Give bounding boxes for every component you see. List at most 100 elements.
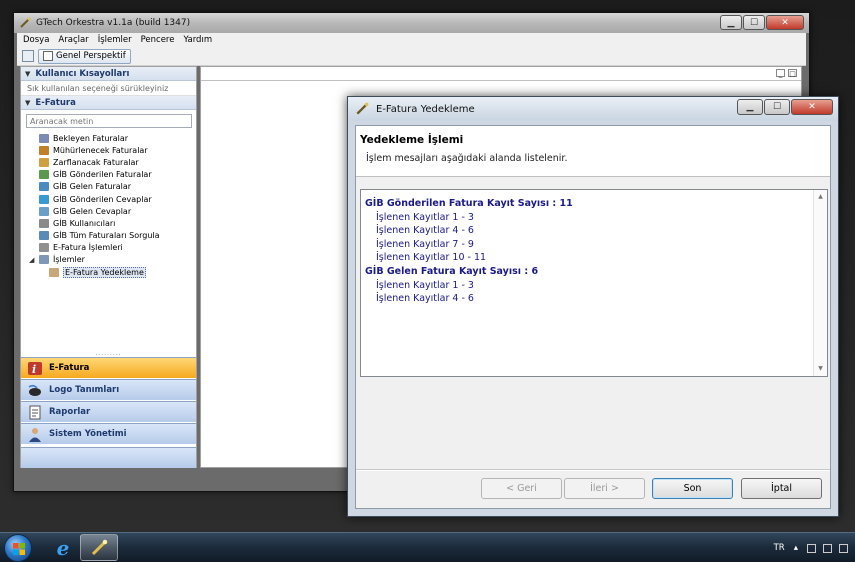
finish-button[interactable]: Son xyxy=(652,478,733,499)
envelope-icon xyxy=(39,157,49,167)
tree-item-efatura-islemleri[interactable]: E-Fatura İşlemleri xyxy=(29,242,196,254)
next-button[interactable]: İleri > xyxy=(564,478,645,499)
button-separator xyxy=(356,469,830,471)
menu-pencere[interactable]: Pencere xyxy=(141,35,175,45)
tree-item-muhurlenecek[interactable]: Mühürlenecek Faturalar xyxy=(29,144,196,156)
log-line: İşlenen Kayıtlar 4 - 6 xyxy=(376,293,474,305)
open-perspective-icon[interactable] xyxy=(22,50,34,62)
mouse-icon xyxy=(28,384,41,396)
nav-raporlar-label: Raporlar xyxy=(49,407,91,417)
menu-yardim[interactable]: Yardım xyxy=(183,35,212,45)
menu-bar: Dosya Araçlar İşlemler Pencere Yardım xyxy=(17,33,806,47)
minimize-button[interactable]: ▁ xyxy=(720,15,742,30)
invoice-icon xyxy=(39,133,49,143)
volume-icon[interactable] xyxy=(839,543,848,553)
navigator-panel: ▼ Kullanıcı Kısayolları Sık kullanılan s… xyxy=(20,66,197,468)
tree-item-bekleyen[interactable]: Bekleyen Faturalar xyxy=(29,132,196,144)
tree-search-input[interactable] xyxy=(26,114,192,128)
log-text-area[interactable]: GİB Gönderilen Fatura Kayıt Sayısı : 11 … xyxy=(360,189,828,377)
log-line: GİB Gelen Fatura Kayıt Sayısı : 6 xyxy=(365,265,539,277)
orkestra-app-icon xyxy=(356,102,369,115)
seal-icon xyxy=(39,145,49,155)
menu-islemler[interactable]: İşlemler xyxy=(98,35,132,45)
main-toolbar: Genel Perspektif xyxy=(17,47,806,66)
wizard-header-description: İşlem mesajları aşağıdaki alanda listele… xyxy=(366,153,568,164)
wizard-header: Yedekleme İşlemi İşlem mesajları aşağıda… xyxy=(356,126,830,177)
log-line: İşlenen Kayıtlar 10 - 11 xyxy=(376,252,487,264)
magnifier-icon xyxy=(39,243,49,253)
taskbar: e TR ▴ xyxy=(0,532,855,562)
dialog-title-bar[interactable]: E-Fatura Yedekleme ▁ ☐ ✕ xyxy=(348,97,838,121)
query-icon xyxy=(39,231,49,241)
editor-minimize-icon[interactable]: _ xyxy=(776,69,785,78)
menu-araclar[interactable]: Araçlar xyxy=(58,35,88,45)
cancel-button[interactable]: İptal xyxy=(741,478,822,499)
log-line: İşlenen Kayıtlar 7 - 9 xyxy=(376,238,474,250)
editor-maximize-icon[interactable]: □ xyxy=(788,69,797,78)
report-icon xyxy=(29,405,41,419)
tree-item-efatura-yedekleme[interactable]: E-Fatura Yedekleme xyxy=(29,266,196,278)
tree-item-gib-gonderilen-faturalar[interactable]: GİB Gönderilen Faturalar xyxy=(29,169,196,181)
efatura-header-label: E-Fatura xyxy=(35,97,76,108)
taskbar-orkestra-button[interactable] xyxy=(80,534,118,561)
nav-efatura[interactable]: i E-Fatura xyxy=(21,357,196,378)
nav-raporlar[interactable]: Raporlar xyxy=(21,401,196,422)
folder-icon xyxy=(39,255,49,265)
dialog-title: E-Fatura Yedekleme xyxy=(376,103,475,115)
main-title-bar[interactable]: GTech Orkestra v1.1a (build 1347) ▁ ☐ ✕ xyxy=(14,13,809,33)
orkestra-app-icon xyxy=(91,539,108,555)
tray-expand-icon[interactable]: ▴ xyxy=(794,543,798,553)
log-line: İşlenen Kayıtlar 1 - 3 xyxy=(376,211,474,223)
action-center-flag-icon[interactable] xyxy=(807,543,816,553)
menu-dosya[interactable]: Dosya xyxy=(23,35,49,45)
log-line: GİB Gönderilen Fatura Kayıt Sayısı : 11 xyxy=(365,198,573,209)
nav-sistem-yonetimi-label: Sistem Yönetimi xyxy=(49,429,127,439)
expand-triangle-icon[interactable]: ◢ xyxy=(29,256,39,264)
collapse-triangle-icon[interactable]: ▼ xyxy=(25,70,30,78)
log-scrollbar[interactable]: ▲ ▼ xyxy=(813,190,827,376)
wizard-header-title: Yedekleme İşlemi xyxy=(360,134,464,146)
system-tray: TR ▴ xyxy=(774,533,855,562)
tree-item-gib-gelen-faturalar[interactable]: GİB Gelen Faturalar xyxy=(29,181,196,193)
perspective-icon xyxy=(43,51,53,61)
svg-text:i: i xyxy=(32,363,36,376)
start-button[interactable] xyxy=(4,534,32,562)
shortcuts-section-header[interactable]: ▼ Kullanıcı Kısayolları xyxy=(21,67,196,81)
perspective-label: Genel Perspektif xyxy=(56,51,126,61)
efatura-tree: Bekleyen Faturalar Mühürlenecek Faturala… xyxy=(21,132,196,278)
tree-item-gib-gelen-cevaplar[interactable]: GİB Gelen Cevaplar xyxy=(29,205,196,217)
dialog-body: Yedekleme İşlemi İşlem mesajları aşağıda… xyxy=(355,125,831,509)
network-icon[interactable] xyxy=(823,543,832,553)
scroll-down-icon[interactable]: ▼ xyxy=(814,363,827,375)
orkestra-app-icon xyxy=(20,17,31,28)
back-button[interactable]: < Geri xyxy=(481,478,562,499)
editor-tab-bar: _ □ xyxy=(201,67,801,81)
tree-item-gib-kullanicilari[interactable]: GİB Kullanıcıları xyxy=(29,217,196,229)
taskbar-ie-button[interactable]: e xyxy=(44,534,82,561)
maximize-button[interactable]: ☐ xyxy=(743,15,765,30)
tree-item-gib-tum-faturalar-sorgula[interactable]: GİB Tüm Faturaları Sorgula xyxy=(29,230,196,242)
perspective-button[interactable]: Genel Perspektif xyxy=(38,48,131,64)
nav-sistem-yonetimi[interactable]: Sistem Yönetimi xyxy=(21,423,196,444)
collapse-triangle-icon[interactable]: ▼ xyxy=(25,99,30,107)
scroll-up-icon[interactable]: ▲ xyxy=(814,191,827,203)
tree-item-islemler[interactable]: ◢ İşlemler xyxy=(29,254,196,266)
incoming-invoice-icon xyxy=(39,182,49,192)
nav-logo-tanimlari[interactable]: Logo Tanımları xyxy=(21,379,196,400)
main-window-title: GTech Orkestra v1.1a (build 1347) xyxy=(36,18,191,28)
dialog-close-button[interactable]: ✕ xyxy=(791,99,833,115)
dialog-minimize-button[interactable]: ▁ xyxy=(737,99,763,115)
close-button[interactable]: ✕ xyxy=(766,15,804,30)
dialog-maximize-button[interactable]: ☐ xyxy=(764,99,790,115)
log-line: İşlenen Kayıtlar 4 - 6 xyxy=(376,225,474,237)
nav-efatura-label: E-Fatura xyxy=(49,363,90,373)
efatura-section-header[interactable]: ▼ E-Fatura xyxy=(21,96,196,110)
backup-dialog: E-Fatura Yedekleme ▁ ☐ ✕ Yedekleme İşlem… xyxy=(347,96,839,517)
admin-user-icon xyxy=(29,427,41,442)
language-indicator[interactable]: TR xyxy=(774,543,785,553)
outgoing-invoice-icon xyxy=(39,170,49,180)
tree-item-gib-gonderilen-cevaplar[interactable]: GİB Gönderilen Cevaplar xyxy=(29,193,196,205)
tree-item-zarflanacak[interactable]: Zarflanacak Faturalar xyxy=(29,156,196,168)
users-icon xyxy=(39,218,49,228)
efatura-logo-icon: i xyxy=(28,361,42,376)
